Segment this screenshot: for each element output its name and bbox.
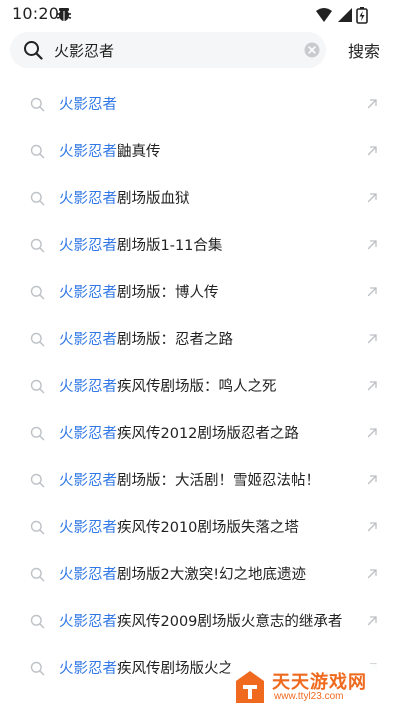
suggestion-list: 火影忍者 火影忍者鼬真传 火影忍者剧场版血狱 火影忍者剧场版1-11合集 火影忍… [0, 82, 400, 693]
suggestion-rest: 剧场版血狱 [117, 191, 190, 207]
suggestion-item[interactable]: 火影忍者剧场版血狱 [0, 176, 400, 223]
search-icon [30, 426, 45, 441]
watermark: 天天游戏网 www.ttyl23.com [230, 664, 400, 710]
suggestion-item[interactable]: 火影忍者鼬真传 [0, 129, 400, 176]
suggestion-highlight: 火影忍者 [59, 567, 117, 583]
suggestion-highlight: 火影忍者 [59, 332, 117, 348]
search-icon [30, 332, 45, 347]
search-input[interactable] [54, 38, 294, 62]
suggestion-highlight: 火影忍者 [59, 238, 117, 254]
suggestion-rest: 剧场版：忍者之路 [117, 332, 233, 348]
clear-icon[interactable] [304, 42, 320, 58]
search-icon [24, 41, 43, 60]
suggestion-highlight: 火影忍者 [59, 191, 117, 207]
suggestion-item[interactable]: 火影忍者剧场版：博人传 [0, 270, 400, 317]
suggestion-rest: 疾风传2012剧场版忍者之路 [117, 426, 299, 442]
wifi-icon [316, 8, 332, 22]
suggestion-label: 火影忍者剧场版1-11合集 [59, 236, 359, 256]
suggestion-label: 火影忍者剧场版：博人传 [59, 283, 359, 303]
suggestion-rest: 疾风传剧场版：鸣人之死 [117, 379, 277, 395]
suggestion-item[interactable]: 火影忍者剧场版2大激突!幻之地底遗迹 [0, 552, 400, 599]
suggestion-label: 火影忍者剧场版：忍者之路 [59, 330, 359, 350]
suggestion-highlight: 火影忍者 [59, 285, 117, 301]
signal-icon [338, 8, 352, 22]
suggestion-rest: 剧场版2大激突!幻之地底遗迹 [117, 567, 307, 583]
search-icon [30, 238, 45, 253]
search-icon [30, 567, 45, 582]
fill-arrow-icon[interactable] [366, 474, 378, 486]
suggestion-item[interactable]: 火影忍者剧场版：大活剧！雪姬忍法帖！ [0, 458, 400, 505]
suggestion-rest: 疾风传2009剧场版火意志的继承者 [117, 614, 343, 630]
watermark-url: www.ttyl23.com [274, 691, 344, 702]
suggestion-highlight: 火影忍者 [59, 97, 117, 113]
suggestion-highlight: 火影忍者 [59, 144, 117, 160]
fill-arrow-icon[interactable] [366, 239, 378, 251]
fill-arrow-icon[interactable] [366, 615, 378, 627]
suggestion-rest: 剧场版：大活剧！雪姬忍法帖！ [117, 473, 320, 489]
suggestion-highlight: 火影忍者 [59, 473, 117, 489]
suggestion-item[interactable]: 火影忍者 [0, 82, 400, 129]
search-icon [30, 97, 45, 112]
search-icon [30, 614, 45, 629]
search-icon [30, 661, 45, 676]
suggestion-label: 火影忍者剧场版：大活剧！雪姬忍法帖！ [59, 471, 359, 491]
search-icon [30, 191, 45, 206]
suggestion-rest: 疾风传剧场版火之 [117, 661, 233, 677]
fill-arrow-icon[interactable] [366, 333, 378, 345]
search-bar[interactable] [10, 32, 326, 68]
suggestion-label: 火影忍者剧场版2大激突!幻之地底遗迹 [59, 565, 359, 585]
fill-arrow-icon[interactable] [366, 98, 378, 110]
suggestion-label: 火影忍者疾风传2010剧场版失落之塔 [59, 518, 359, 538]
suggestion-rest: 剧场版：博人传 [117, 285, 219, 301]
search-icon [30, 379, 45, 394]
search-icon [30, 144, 45, 159]
suggestion-label: 火影忍者疾风传剧场版：鸣人之死 [59, 377, 359, 397]
search-icon [30, 473, 45, 488]
suggestion-label: 火影忍者剧场版血狱 [59, 189, 359, 209]
status-time: 10:20 [12, 4, 60, 23]
suggestion-item[interactable]: 火影忍者疾风传2009剧场版火意志的继承者 [0, 599, 400, 646]
suggestion-item[interactable]: 火影忍者疾风传2010剧场版失落之塔 [0, 505, 400, 552]
suggestion-highlight: 火影忍者 [59, 614, 117, 630]
battery-icon [356, 7, 368, 24]
fill-arrow-icon[interactable] [366, 145, 378, 157]
suggestion-label: 火影忍者 [59, 95, 359, 115]
search-button[interactable]: 搜索 [348, 38, 380, 62]
suggestion-rest: 疾风传2010剧场版失落之塔 [117, 520, 299, 536]
status-bar: 10:20 [0, 0, 400, 30]
fill-arrow-icon[interactable] [366, 427, 378, 439]
search-icon [30, 285, 45, 300]
fill-arrow-icon[interactable] [366, 286, 378, 298]
site-logo-icon [236, 671, 264, 703]
suggestion-item[interactable]: 火影忍者疾风传剧场版：鸣人之死 [0, 364, 400, 411]
fill-arrow-icon[interactable] [366, 521, 378, 533]
suggestion-item[interactable]: 火影忍者剧场版1-11合集 [0, 223, 400, 270]
status-icons [316, 7, 368, 24]
fill-arrow-icon[interactable] [366, 568, 378, 580]
suggestion-label: 火影忍者疾风传2012剧场版忍者之路 [59, 424, 359, 444]
suggestion-item[interactable]: 火影忍者剧场版：忍者之路 [0, 317, 400, 364]
search-icon [30, 520, 45, 535]
suggestion-label: 火影忍者鼬真传 [59, 142, 359, 162]
fill-arrow-icon[interactable] [366, 192, 378, 204]
fill-arrow-icon[interactable] [366, 380, 378, 392]
suggestion-rest: 鼬真传 [117, 144, 161, 160]
suggestion-rest: 剧场版1-11合集 [117, 238, 223, 254]
suggestion-item[interactable]: 火影忍者疾风传2012剧场版忍者之路 [0, 411, 400, 458]
suggestion-highlight: 火影忍者 [59, 661, 117, 677]
suggestion-highlight: 火影忍者 [59, 379, 117, 395]
suggestion-label: 火影忍者疾风传2009剧场版火意志的继承者 [59, 612, 359, 632]
suggestion-highlight: 火影忍者 [59, 520, 117, 536]
bug-icon [56, 8, 72, 21]
suggestion-highlight: 火影忍者 [59, 426, 117, 442]
